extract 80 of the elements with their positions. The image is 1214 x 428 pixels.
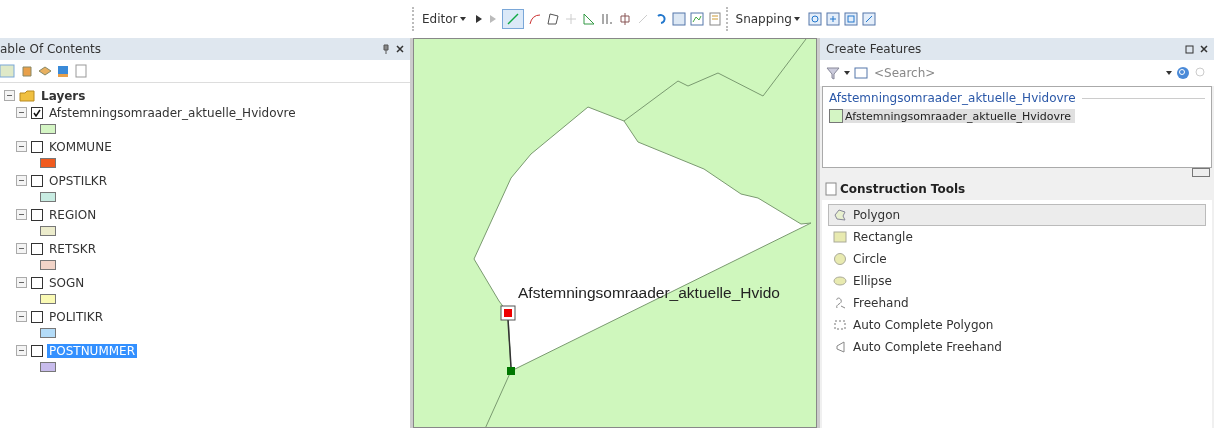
current-vertex-marker[interactable] (500, 305, 516, 321)
collapse-toggle[interactable] (16, 243, 27, 254)
sketch-properties-icon[interactable] (689, 12, 704, 26)
section-title: Construction Tools (840, 182, 966, 196)
vertex-marker[interactable] (507, 367, 515, 375)
layer-name[interactable]: Afstemningsomraader_aktuelle_Hvidovre (47, 105, 298, 120)
freehand-icon[interactable] (833, 296, 847, 310)
construction-tool[interactable]: Polygon (828, 204, 1206, 226)
panel-title: Create Features (826, 42, 922, 56)
layers-icon[interactable] (38, 64, 52, 78)
collapse-toggle[interactable] (16, 311, 27, 322)
layer-checkbox[interactable] (31, 106, 43, 119)
construction-tool[interactable]: Circle (828, 248, 1206, 270)
layer-name[interactable]: REGION (47, 207, 99, 222)
layer-checkbox[interactable] (31, 310, 43, 323)
reshape-icon[interactable] (581, 12, 596, 26)
close-icon[interactable] (1200, 45, 1208, 53)
collapse-toggle[interactable] (16, 209, 27, 220)
collapse-toggle[interactable] (16, 345, 27, 356)
auto-polygon-icon[interactable] (833, 318, 847, 332)
point-snapping-icon[interactable] (807, 12, 822, 26)
search-box[interactable]: <Search> (820, 60, 1214, 86)
construction-tools-icon[interactable] (824, 182, 838, 196)
edit-tool-icon[interactable] (473, 12, 484, 26)
line-icon (505, 12, 520, 26)
caret-icon (793, 17, 800, 21)
collapse-toggle[interactable] (16, 175, 27, 186)
auto-freehand-icon[interactable] (833, 340, 847, 354)
construction-tool[interactable]: Freehand (828, 292, 1206, 314)
circle-icon[interactable] (833, 252, 847, 266)
collapse-toggle[interactable] (4, 90, 15, 101)
layer-checkbox[interactable] (31, 140, 43, 153)
template-group-title: Afstemningsomraader_aktuelle_Hvidovre (829, 91, 1076, 105)
curve-icon[interactable] (527, 12, 542, 26)
map-label: Afstemningsomraader_aktuelle_Hvido (518, 284, 780, 302)
layer-checkbox[interactable] (31, 276, 43, 289)
snapping-menu[interactable]: Snapping (731, 9, 804, 29)
construction-tool[interactable]: Ellipse (828, 270, 1206, 292)
collapse-toggle[interactable] (16, 277, 27, 288)
layer-checkbox[interactable] (31, 242, 43, 255)
collapse-toggle[interactable] (16, 107, 27, 118)
layer-name[interactable]: KOMMUNE (47, 139, 114, 154)
search-field[interactable]: <Search> (872, 65, 1162, 81)
construction-tool[interactable]: Auto Complete Polygon (828, 314, 1206, 336)
database-icon[interactable] (20, 64, 34, 78)
layer-checkbox[interactable] (31, 344, 43, 357)
layer-name[interactable]: POLITIKR (47, 309, 105, 324)
view-toggle-icon[interactable] (1192, 168, 1210, 177)
filter-icon[interactable] (826, 66, 840, 80)
construction-tool[interactable]: Rectangle (828, 226, 1206, 248)
sketch-segment[interactable] (507, 319, 512, 368)
straight-segment-button[interactable] (501, 9, 524, 29)
pin-icon[interactable] (382, 44, 390, 54)
layer-group-label[interactable]: Layers (39, 88, 88, 103)
organize-templates-icon[interactable] (854, 66, 868, 80)
end-snapping-icon[interactable] (825, 12, 840, 26)
search-icon[interactable] (1176, 66, 1190, 80)
caret-icon (459, 17, 466, 21)
collapse-toggle[interactable] (16, 141, 27, 152)
split-icon[interactable] (599, 12, 614, 26)
cut-polygon-icon[interactable] (617, 12, 632, 26)
maximize-icon[interactable] (1185, 44, 1194, 54)
polygon-tool-icon[interactable] (545, 12, 560, 26)
polygon-icon[interactable] (833, 208, 847, 222)
layer-checkbox[interactable] (31, 174, 43, 187)
close-icon[interactable] (396, 45, 404, 53)
layer-name[interactable]: OPSTILKR (47, 173, 110, 188)
panel-title: able Of Contents (0, 42, 101, 56)
layer-name[interactable]: SOGN (47, 275, 87, 290)
edge-snapping-icon[interactable] (861, 12, 876, 26)
selection-icon[interactable] (56, 64, 70, 78)
construction-tool[interactable]: Auto Complete Freehand (828, 336, 1206, 358)
editor-menu[interactable]: Editor (418, 9, 470, 29)
layer-name[interactable]: RETSKR (47, 241, 99, 256)
layer-checkbox[interactable] (31, 208, 43, 221)
caret-icon (844, 71, 850, 75)
attributes-icon[interactable] (671, 12, 686, 26)
caret-icon (1166, 71, 1172, 75)
ellipse-icon[interactable] (833, 274, 847, 288)
vertex-snapping-icon[interactable] (843, 12, 858, 26)
